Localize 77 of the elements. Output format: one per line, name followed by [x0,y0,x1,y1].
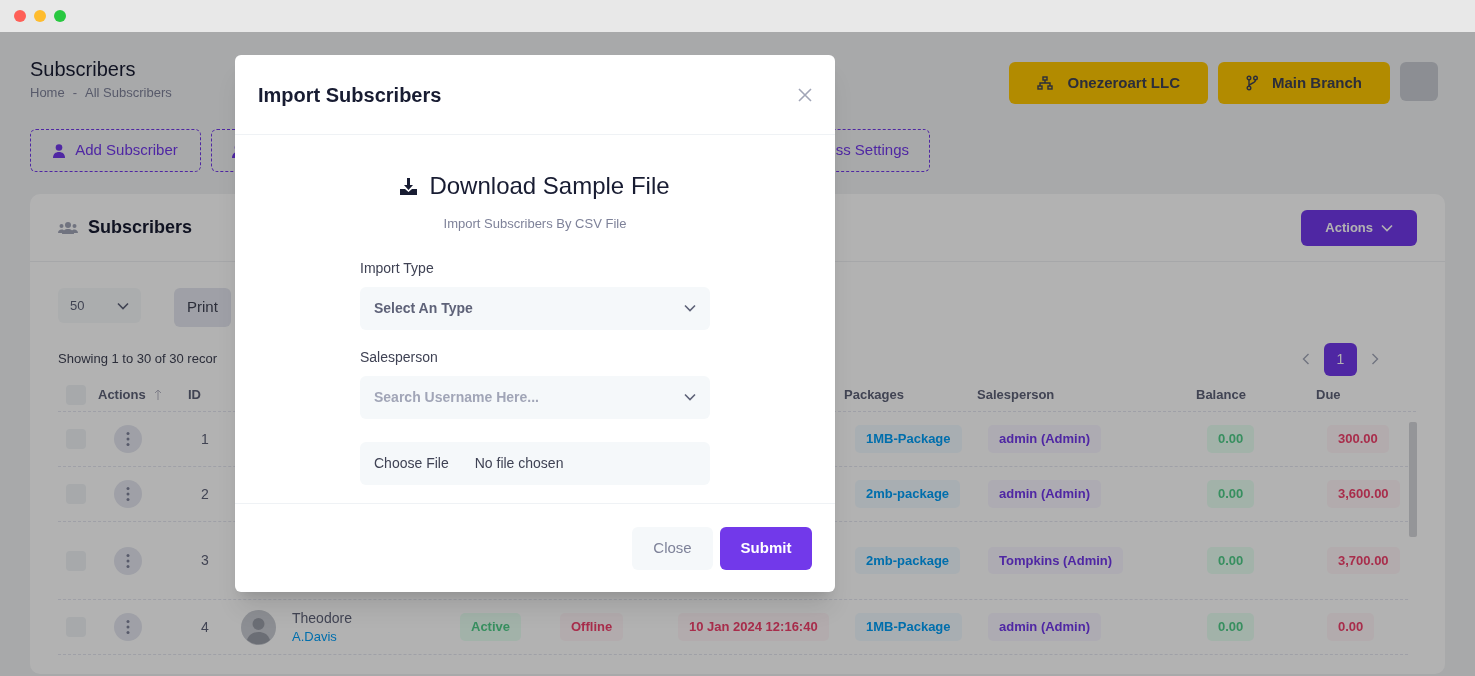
company-button[interactable]: Onezeroart LLC [1009,62,1208,104]
breadcrumb-link[interactable]: All Subscribers [85,83,172,103]
sort-icon[interactable] [153,389,162,401]
actions-button[interactable]: Actions [1301,209,1417,246]
balance-badge: 0.00 [1207,613,1255,641]
breadcrumb-separator: - [72,84,78,102]
scrollbar[interactable] [1409,422,1417,537]
dialog-title: Import Subscribers [258,82,442,108]
table-cell-text: 4 [201,617,209,637]
balance-badge: 0.00 [1207,546,1255,575]
chevron-right-icon[interactable] [1371,353,1379,365]
table-cell-text: 3 [201,551,209,570]
table-cell-text: 1 [201,429,209,449]
import-type-select[interactable]: Select An Type [360,286,710,330]
salesperson-select[interactable]: Search Username Here... [360,375,710,419]
page-title: Subscribers [30,57,137,82]
salesperson-badge: admin (Admin) [988,425,1101,453]
package-badge: 2mb-package [855,480,961,508]
column-header[interactable]: Due [1316,385,1341,405]
column-header[interactable]: ID [188,385,201,405]
due-badge: 3,700.00 [1327,546,1400,575]
print-button[interactable]: Print [174,288,231,327]
dialog-subtitle: Import Subscribers By CSV File [443,215,627,233]
due-badge: 0.00 [1327,613,1375,641]
more-options-icon[interactable] [114,425,142,453]
submit-button[interactable]: Submit [720,526,812,570]
chevron-down-icon [1381,223,1393,232]
status-badge: Active [460,613,522,641]
minimize-window-icon[interactable] [34,10,46,22]
download-sample-link[interactable]: Download Sample File [400,168,670,204]
card-title: Subscribers [88,216,193,239]
branch-button[interactable]: Main Branch [1218,62,1390,104]
field-label: Import Type [360,258,435,278]
profile-photo-placeholder[interactable] [1400,62,1438,101]
branch-icon [1246,75,1258,91]
maximize-window-icon[interactable] [54,10,66,22]
close-button[interactable]: Close [632,526,713,570]
chevron-left-icon[interactable] [1302,353,1310,365]
due-badge: 3,600.00 [1327,480,1400,508]
users-icon [58,220,78,235]
breadcrumb-link[interactable]: Home [30,83,65,103]
last-seen-badge: 10 Jan 2024 12:16:40 [678,613,829,641]
due-badge: 300.00 [1327,425,1389,453]
package-badge: 1MB-Package [855,425,962,453]
more-options-icon[interactable] [114,613,142,641]
close-window-icon[interactable] [14,10,26,22]
column-header[interactable]: Salesperson [977,385,1055,405]
page-size-select[interactable]: 50 [58,288,141,323]
close-icon[interactable] [798,87,812,102]
page-button[interactable]: 1 [1324,342,1357,376]
chevron-down-icon [117,301,129,310]
network-icon [1037,76,1054,90]
username-link[interactable]: A.Davis [292,628,352,646]
column-header[interactable]: Balance [1196,385,1246,405]
download-icon [400,177,418,195]
user-icon [53,143,66,158]
more-options-icon[interactable] [114,480,142,508]
package-badge: 2mb-package [855,546,961,575]
avatar-placeholder [241,609,276,645]
chevron-down-icon [684,393,696,401]
records-summary: Showing 1 to 30 of 30 recor [58,350,217,369]
balance-badge: 0.00 [1207,480,1255,508]
salesperson-badge: admin (Admin) [988,613,1101,641]
column-header[interactable]: Actions [98,385,146,405]
salesperson-badge: admin (Admin) [988,480,1101,508]
field-label: Salesperson [360,347,439,367]
subscriber-name: Theodore [292,609,352,628]
more-options-icon[interactable] [114,546,142,575]
package-badge: 1MB-Package [855,613,962,641]
balance-badge: 0.00 [1207,425,1255,453]
toolbar-button[interactable]: Add Subscriber [30,129,201,172]
chevron-down-icon [684,304,696,312]
salesperson-badge: Tompkins (Admin) [988,546,1124,575]
file-input[interactable]: Choose File No file chosen [360,441,710,485]
connection-badge: Offline [560,613,624,641]
column-header[interactable]: Packages [844,385,904,405]
table-cell-text: 2 [201,484,209,504]
